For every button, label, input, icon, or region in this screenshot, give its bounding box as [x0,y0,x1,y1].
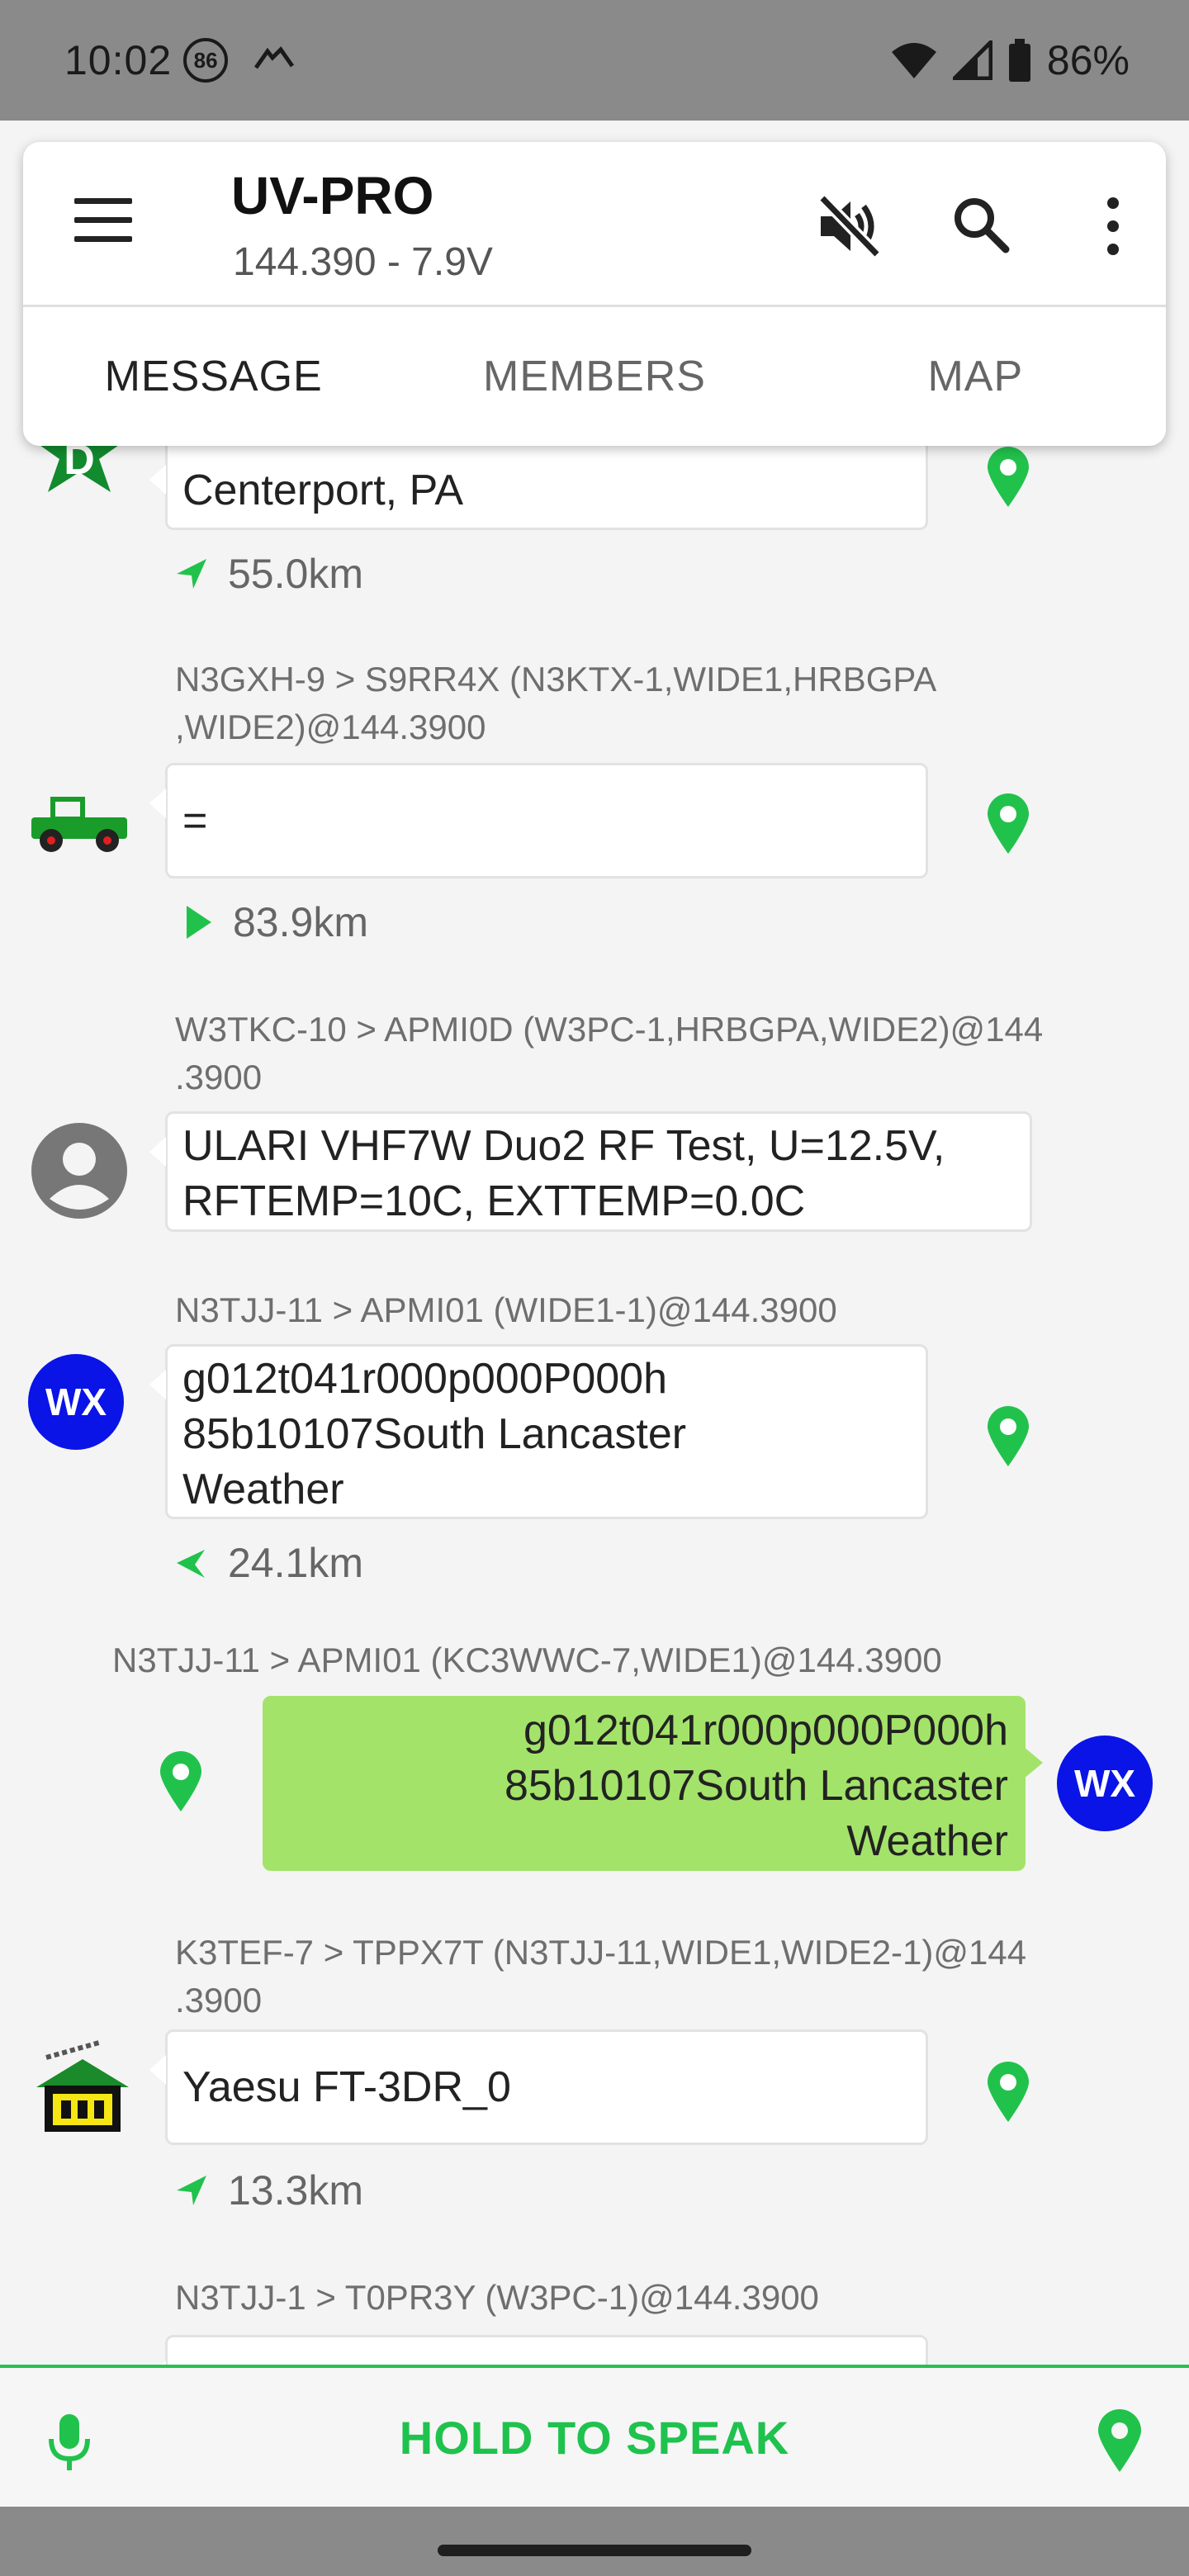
cell-signal-icon [952,40,992,80]
avatar-letter: D [64,446,95,484]
location-pin-icon[interactable] [157,1750,205,1813]
distance-label: 13.3km [175,2166,363,2214]
app-subtitle: 144.390 - 7.9V [233,240,493,284]
location-pin-icon[interactable] [984,446,1032,509]
message-text: RFTEMP=10C, EXTTEMP=0.0C [182,1177,806,1225]
message-bubble[interactable]: Yaesu FT-3DR_0 [149,2029,928,2145]
message-text: g012t041r000p000P000h [523,1707,1008,1754]
message-text: Yaesu FT-3DR_0 [182,2063,511,2111]
notification-badge: 86 [183,38,229,83]
tab-map[interactable]: MAP [785,307,1166,446]
house-antenna-icon[interactable] [33,2038,132,2137]
location-pin-icon[interactable] [984,1405,1032,1468]
message-path: K3TEF-7 > TPPX7T (N3TJJ-11,WIDE1,WIDE2-1… [175,1933,1027,2020]
location-pin-icon[interactable] [1095,2408,1144,2474]
message-text: Weather [182,1466,344,1513]
message-path: N3TJJ-11 > APMI01 (KC3WWC-7,WIDE1)@144.3… [112,1641,942,1679]
app-bar: UV-PRO 144.390 - 7.9V MESSAGE MEMBERS MA… [23,142,1166,446]
status-time: 10:02 [64,37,173,83]
message-path: N3TJJ-11 > APMI01 (WIDE1-1)@144.3900 [175,1290,837,1329]
distance-label: 24.1km [175,1539,363,1587]
direction-arrow-icon [177,2176,206,2205]
message-bubble[interactable]: Centerport, PA [149,446,928,530]
message-path: N3TJJ-1 > T0PR3Y (W3PC-1)@144.3900 [175,2278,819,2317]
person-icon[interactable] [31,1123,127,1219]
bottom-bar: HOLD TO SPEAK [0,2365,1189,2507]
system-nav-bar [0,2507,1189,2576]
battery-icon [1007,39,1032,82]
sent-message-bubble[interactable]: g012t041r000p000P000h 85b10107South Lanc… [263,1696,1043,1871]
battery-percent: 86% [1046,37,1130,83]
message-text: g012t041r000p000P000h [182,1355,668,1403]
location-pin-icon[interactable] [984,793,1032,855]
avatar-letter: WX [45,1380,107,1423]
green-star-d-icon[interactable]: D [28,446,130,509]
distance-label: 83.9km [183,898,368,946]
avatar-letter: WX [1074,1762,1135,1805]
tab-members[interactable]: MEMBERS [404,307,784,446]
home-gesture-handle[interactable] [438,2545,751,2556]
message-text: 85b10107South Lancaster [504,1762,1008,1810]
tab-message[interactable]: MESSAGE [23,307,404,446]
wifi-icon [890,40,938,80]
message-bubble[interactable]: g012t041r000p000P000h 85b10107South Lanc… [149,1344,928,1519]
message-text: Centerport, PA [182,466,464,514]
status-bar: 10:02 86 86% [0,0,1189,121]
message-path: W3TKC-10 > APMI0D (W3PC-1,HRBGPA,WIDE2)@… [175,1010,1044,1096]
app-title: UV-PRO [231,166,434,225]
hold-to-speak-button[interactable]: HOLD TO SPEAK [347,2401,842,2475]
search-icon[interactable] [946,190,1016,259]
microphone-icon[interactable] [46,2411,92,2474]
tab-bar: MESSAGE MEMBERS MAP [23,307,1166,446]
wx-icon[interactable]: WX [1057,1735,1153,1831]
message-bubble[interactable] [149,2335,928,2365]
distance-label: 55.0km [175,550,363,598]
message-text: Weather [846,1817,1008,1865]
jeep-icon[interactable] [25,793,134,859]
message-bubble[interactable]: = [149,763,928,878]
message-text: 85b10107South Lancaster [182,1410,687,1458]
wx-icon[interactable]: WX [28,1354,124,1450]
direction-arrow-icon [177,1550,205,1578]
message-path: N3GXH-9 > S9RR4X (N3KTX-1,WIDE1,HRBGPA ,… [175,660,937,746]
message-text: ULARI VHF7W Duo2 RF Test, U=12.5V, [182,1122,945,1170]
location-pin-icon[interactable] [984,2061,1032,2124]
direction-arrow-icon [177,559,206,589]
toolbar: UV-PRO 144.390 - 7.9V [23,142,1166,307]
more-options-icon[interactable] [1097,192,1130,261]
message-text: = [182,797,208,845]
direction-arrow-icon [187,906,211,939]
activity-icon [253,42,299,79]
menu-icon[interactable] [74,198,132,248]
message-bubble[interactable]: ULARI VHF7W Duo2 RF Test, U=12.5V, RFTEM… [149,1111,1032,1232]
mute-speaker-icon[interactable] [814,192,883,261]
message-list[interactable]: D Centerport, PA 55.0km N3GXH-9 > S9RR4X… [0,446,1189,2365]
